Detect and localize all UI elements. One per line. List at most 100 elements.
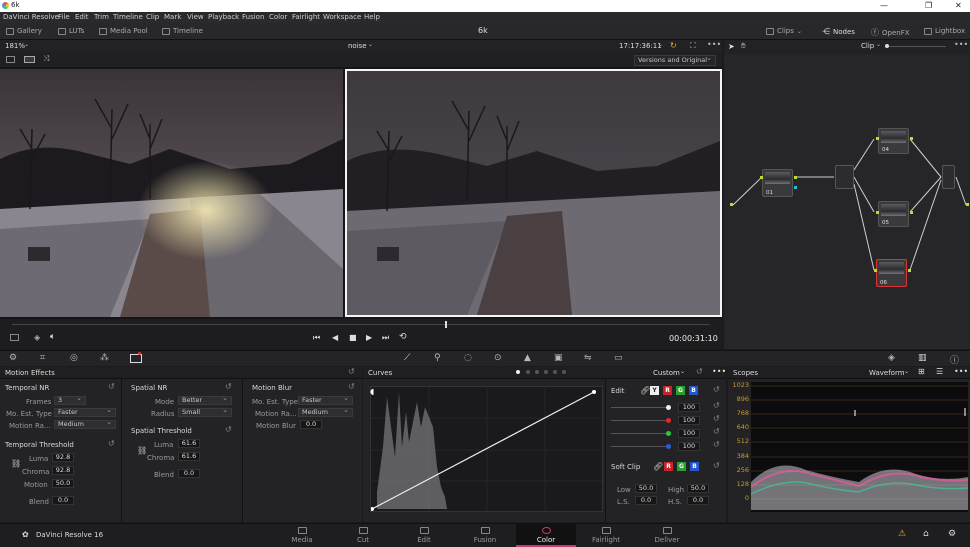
curves-mode-dot[interactable] xyxy=(562,370,566,374)
channel-r-button[interactable]: R xyxy=(663,386,672,395)
channel-b-button[interactable]: B xyxy=(689,386,698,395)
node-mode-chevron-icon[interactable]: ⌄ xyxy=(876,41,881,48)
pointer-icon[interactable]: ➤ xyxy=(728,42,735,51)
scope-layout-icon[interactable]: ⊞ xyxy=(918,367,925,376)
fullscreen-icon[interactable]: ⛶ xyxy=(690,41,696,51)
low-field[interactable]: 50.0 xyxy=(635,484,657,493)
ls-field[interactable]: 0.0 xyxy=(635,496,657,505)
channel-g-button[interactable]: G xyxy=(676,386,685,395)
zoom-chevron-icon[interactable]: ⌄ xyxy=(24,41,29,48)
close-icon[interactable]: ✕ xyxy=(955,1,962,10)
r-reset-icon[interactable]: ↺ xyxy=(713,414,720,423)
clips-button[interactable]: Clips ⌄ xyxy=(766,27,802,35)
soft-clip-g-button[interactable]: G xyxy=(677,462,686,471)
tracker-icon[interactable]: ⊙ xyxy=(494,353,502,363)
spatial-threshold-reset-icon[interactable]: ↺ xyxy=(225,425,232,434)
viewer[interactable] xyxy=(0,67,722,319)
3d-icon[interactable]: ◈ xyxy=(888,353,895,363)
preset-chevron-icon[interactable]: ⌄ xyxy=(680,368,685,375)
curves-mode-dot[interactable] xyxy=(553,370,557,374)
scope-mode-chevron-icon[interactable]: ⌄ xyxy=(904,368,909,375)
temporal-threshold-reset-icon[interactable]: ↺ xyxy=(108,439,115,448)
b-reset-icon[interactable]: ↺ xyxy=(713,440,720,449)
page-fusion[interactable]: Fusion xyxy=(455,527,515,544)
menu-timeline[interactable]: Timeline xyxy=(113,13,143,21)
viewer-mode-icon[interactable] xyxy=(10,334,19,341)
curve-graph[interactable] xyxy=(370,386,604,513)
curves-link-icon[interactable]: 🔗︎ xyxy=(640,386,650,395)
temporal-blend-field[interactable]: 0.0 xyxy=(52,496,74,505)
menu-trim[interactable]: Trim xyxy=(94,13,109,21)
spatial-luma-field[interactable]: 61.6 xyxy=(178,439,200,448)
r-intensity-slider[interactable] xyxy=(611,420,667,421)
hs-field[interactable]: 0.0 xyxy=(687,496,709,505)
temporal-motion-range-select[interactable]: Medium xyxy=(54,419,116,429)
node-more-icon[interactable]: ••• xyxy=(954,40,968,49)
node-04-in[interactable] xyxy=(876,137,879,140)
first-frame-icon[interactable]: ⏮︎ xyxy=(313,333,320,343)
media-pool-button[interactable]: Media Pool xyxy=(99,27,148,35)
frames-select[interactable]: 3 xyxy=(54,395,86,405)
bypass-icon[interactable]: ↻ xyxy=(670,41,677,50)
playhead[interactable] xyxy=(445,321,447,328)
b-handle[interactable] xyxy=(666,444,671,449)
timeline-button[interactable]: Timeline xyxy=(162,27,203,35)
luts-button[interactable]: LUTs xyxy=(58,27,84,35)
menu-clip[interactable]: Clip xyxy=(146,13,159,21)
menu-file[interactable]: File xyxy=(58,13,70,21)
hand-icon[interactable]: ✋︎ xyxy=(741,41,746,51)
gallery-button[interactable]: Gallery xyxy=(6,27,42,35)
menu-workspace[interactable]: Workspace xyxy=(323,13,361,21)
link-icon[interactable]: ⛓︎ xyxy=(11,459,21,468)
compare-mode-select[interactable]: Versions and Original xyxy=(634,54,716,66)
blur-motion-range-select[interactable]: Medium xyxy=(298,407,353,417)
curves-reset-icon[interactable]: ↺ xyxy=(696,367,703,376)
soft-clip-b-button[interactable]: B xyxy=(690,462,699,471)
curves-mode-dot[interactable] xyxy=(526,370,530,374)
scope-more-icon[interactable]: ••• xyxy=(954,367,968,376)
motion-blur-field[interactable]: 0.0 xyxy=(300,420,322,429)
soft-clip-link-icon[interactable]: 🔗︎ xyxy=(653,462,663,471)
motion-blur-reset-icon[interactable]: ↺ xyxy=(348,382,355,391)
temporal-mo-est-select[interactable]: Faster xyxy=(54,407,116,417)
warning-icon[interactable]: ⚠ xyxy=(898,529,906,539)
curves-more-icon[interactable]: ••• xyxy=(712,367,726,376)
settings-icon[interactable]: ⚙︎ xyxy=(948,529,956,539)
curves-icon[interactable]: ⟋ xyxy=(404,353,410,363)
qualifier-icon[interactable]: ⚲ xyxy=(434,353,441,363)
spatial-blend-field[interactable]: 0.0 xyxy=(178,469,200,478)
scope-mode-select[interactable]: Waveform xyxy=(869,369,905,377)
node-01-in[interactable] xyxy=(760,176,763,179)
layers-icon[interactable]: ◈ xyxy=(34,333,40,342)
menu-color[interactable]: Color xyxy=(269,13,287,21)
curves-mode-dot-active[interactable] xyxy=(516,370,520,374)
curves-preset-select[interactable]: Custom xyxy=(653,369,680,377)
node-01-out[interactable] xyxy=(794,176,797,179)
openfx-button[interactable]: ⓕ OpenFX xyxy=(871,27,910,38)
zoom-level[interactable]: 181% xyxy=(5,42,25,50)
page-color[interactable]: Color xyxy=(516,524,576,547)
temporal-luma-field[interactable]: 92.8 xyxy=(52,453,74,462)
split-view-icon[interactable] xyxy=(24,56,35,63)
node-zoom-slider[interactable] xyxy=(888,46,946,47)
color-wheels-icon[interactable]: ◎ xyxy=(70,353,78,363)
g-reset-icon[interactable]: ↺ xyxy=(713,427,720,436)
spatial-radius-select[interactable]: Small xyxy=(178,407,232,417)
key-icon[interactable]: ⇋ xyxy=(584,353,592,363)
node-04-out[interactable] xyxy=(910,137,913,140)
spatial-nr-reset-icon[interactable]: ↺ xyxy=(225,382,232,391)
wipe-icon[interactable]: ⤨ xyxy=(43,54,49,64)
menu-help[interactable]: Help xyxy=(364,13,380,21)
scope-settings-icon[interactable]: ☰ xyxy=(936,367,943,376)
scrubber-track[interactable] xyxy=(12,324,710,325)
page-cut[interactable]: Cut xyxy=(333,527,393,544)
menu-playback[interactable]: Playback xyxy=(208,13,239,21)
node-06-out[interactable] xyxy=(908,269,911,272)
info-icon[interactable]: ⓘ xyxy=(950,353,959,366)
page-fairlight[interactable]: Fairlight xyxy=(576,527,636,544)
splitter-node[interactable] xyxy=(835,165,854,189)
nodes-button[interactable]: ⋲ Nodes xyxy=(822,27,855,36)
input-port[interactable] xyxy=(730,203,733,206)
page-media[interactable]: Media xyxy=(272,527,332,544)
node-01[interactable]: 01 xyxy=(762,169,793,197)
